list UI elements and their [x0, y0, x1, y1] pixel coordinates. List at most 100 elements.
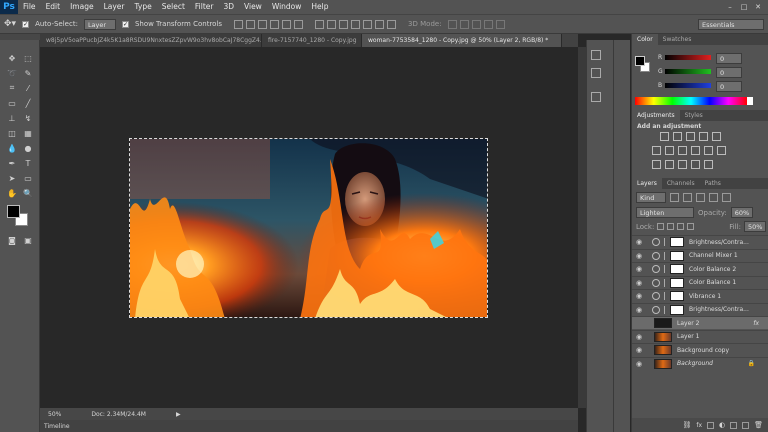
align-bottom-icon[interactable] — [258, 19, 268, 29]
add-mask-icon[interactable] — [707, 421, 714, 429]
fill-field[interactable]: 50% — [744, 221, 766, 232]
visibility-eye-icon[interactable]: ◉ — [636, 360, 644, 368]
layer-mask-thumbnail[interactable] — [670, 277, 684, 288]
new-layer-icon[interactable] — [742, 421, 750, 429]
menu-help[interactable]: Help — [306, 0, 333, 14]
3d-scale-icon[interactable] — [495, 19, 505, 29]
mask-link-icon[interactable] — [664, 251, 668, 260]
close-button[interactable]: ✕ — [752, 2, 764, 12]
vibrance-icon[interactable] — [712, 132, 721, 141]
blend-mode-dropdown[interactable]: Lighten — [636, 207, 694, 218]
brush-icon[interactable]: ╱ — [22, 97, 34, 109]
maximize-button[interactable]: □ — [738, 2, 750, 12]
mask-link-icon[interactable] — [664, 278, 668, 287]
photo-filter-icon[interactable] — [691, 146, 700, 155]
filter-shape-icon[interactable] — [709, 193, 718, 202]
spectrum-white[interactable] — [747, 97, 753, 105]
posterize-icon[interactable] — [665, 160, 674, 169]
mask-link-icon[interactable] — [664, 265, 668, 273]
hue-saturation-icon[interactable] — [652, 146, 661, 155]
healing-icon[interactable]: ▭ — [6, 97, 18, 109]
filter-adjustment-icon[interactable] — [683, 193, 692, 202]
minimize-button[interactable]: – — [724, 2, 736, 12]
exposure-icon[interactable] — [699, 132, 708, 141]
menu-edit[interactable]: Edit — [41, 0, 66, 14]
align-vcenter-icon[interactable] — [246, 19, 256, 29]
distribute-vcenter-icon[interactable] — [327, 19, 337, 29]
levels-icon[interactable] — [673, 132, 682, 141]
shape-icon[interactable]: ▭ — [22, 172, 34, 184]
new-adjustment-icon[interactable]: ◐ — [719, 421, 725, 429]
fx-icon[interactable]: fx — [696, 422, 702, 429]
marquee-icon[interactable]: ⬚ — [22, 52, 34, 64]
color-spectrum[interactable] — [635, 97, 747, 105]
visibility-eye-icon[interactable] — [636, 319, 644, 327]
layer-row[interactable]: ◉ Color Balance 2 — [632, 262, 768, 275]
layer-thumbnail[interactable] — [654, 345, 672, 355]
distribute-left-icon[interactable] — [351, 19, 361, 29]
eyedropper-icon[interactable]: ⁄ — [22, 82, 34, 94]
distribute-hcenter-icon[interactable] — [363, 19, 373, 29]
move-tool-preset-icon[interactable]: ✥▾ — [4, 19, 16, 29]
filter-pixel-icon[interactable] — [670, 193, 679, 202]
lasso-icon[interactable]: ➰ — [6, 67, 18, 79]
quick-mask-icon[interactable]: ◙ — [6, 234, 18, 246]
distribute-bottom-icon[interactable] — [339, 19, 349, 29]
foreground-color-swatch-top[interactable] — [7, 205, 20, 218]
align-right-icon[interactable] — [294, 19, 304, 29]
visibility-eye-icon[interactable]: ◉ — [636, 252, 644, 260]
menu-image[interactable]: Image — [65, 0, 99, 14]
layer-row[interactable]: ◉ Layer 1 — [632, 329, 768, 343]
visibility-eye-icon[interactable]: ◉ — [636, 333, 644, 341]
filter-smart-icon[interactable] — [722, 193, 731, 202]
screen-mode-icon[interactable]: ▣ — [22, 234, 34, 246]
menu-view[interactable]: View — [239, 0, 267, 14]
new-group-icon[interactable] — [730, 421, 738, 429]
mask-link-icon[interactable] — [664, 292, 668, 300]
tab-styles[interactable]: Styles — [680, 110, 708, 121]
layer-row[interactable]: ◉ Background copy — [632, 343, 768, 356]
trash-icon[interactable]: 🗑 — [754, 421, 763, 429]
menu-3d[interactable]: 3D — [218, 0, 239, 14]
channel-value-g[interactable]: 0 — [716, 67, 742, 78]
brightness-contrast-icon[interactable] — [660, 132, 669, 141]
eraser-icon[interactable]: ◫ — [6, 127, 18, 139]
visibility-eye-icon[interactable]: ◉ — [636, 279, 644, 287]
curves-icon[interactable] — [686, 132, 695, 141]
vertical-scrollbar[interactable] — [578, 47, 586, 408]
channel-slider-b[interactable] — [665, 83, 711, 88]
layer-thumbnail[interactable] — [654, 318, 672, 328]
layer-mask-thumbnail[interactable] — [670, 237, 684, 247]
tab-channels[interactable]: Channels — [662, 178, 700, 189]
pen-icon[interactable]: ✒ — [6, 157, 18, 169]
visibility-eye-icon[interactable]: ◉ — [636, 292, 644, 300]
zoom-level[interactable]: 50% — [48, 411, 61, 418]
tab-swatches[interactable]: Swatches — [658, 34, 697, 45]
layer-row[interactable]: ◉ Channel Mixer 1 — [632, 248, 768, 262]
tab-adjustments[interactable]: Adjustments — [632, 110, 680, 121]
visibility-eye-icon[interactable]: ◉ — [636, 265, 644, 273]
tab-layers[interactable]: Layers — [632, 178, 662, 189]
menu-layer[interactable]: Layer — [99, 0, 130, 14]
status-arrow-icon[interactable]: ▶ — [176, 411, 181, 418]
layer-row[interactable]: ◉ Color Balance 1 — [632, 275, 768, 289]
show-transform-checkbox[interactable]: ✓ — [121, 20, 129, 28]
channel-slider-g[interactable] — [665, 69, 711, 74]
blur-icon[interactable]: 💧 — [6, 142, 18, 154]
gradient-icon[interactable]: ▦ — [22, 127, 34, 139]
document-canvas[interactable] — [129, 138, 488, 318]
layer-fx-badge[interactable]: fx — [753, 320, 759, 327]
layer-row[interactable]: ◉ Brightness/Contra... — [632, 302, 768, 316]
lock-position-icon[interactable] — [677, 223, 685, 230]
fg-color-chip-top[interactable] — [635, 56, 645, 66]
dodge-icon[interactable]: ● — [22, 142, 34, 154]
visibility-eye-icon[interactable]: ◉ — [636, 346, 644, 354]
move-icon[interactable]: ✥ — [6, 52, 18, 64]
menu-filter[interactable]: Filter — [190, 0, 219, 14]
menu-type[interactable]: Type — [130, 0, 157, 14]
tab-paths[interactable]: Paths — [700, 178, 726, 189]
stamp-icon[interactable]: ⊥ — [6, 112, 18, 124]
distribute-right-icon[interactable] — [375, 19, 385, 29]
tab-document-active[interactable]: woman-7753584_1280 - Copy.jpg @ 50% (Lay… — [362, 34, 562, 47]
layer-mask-thumbnail[interactable] — [670, 264, 684, 274]
